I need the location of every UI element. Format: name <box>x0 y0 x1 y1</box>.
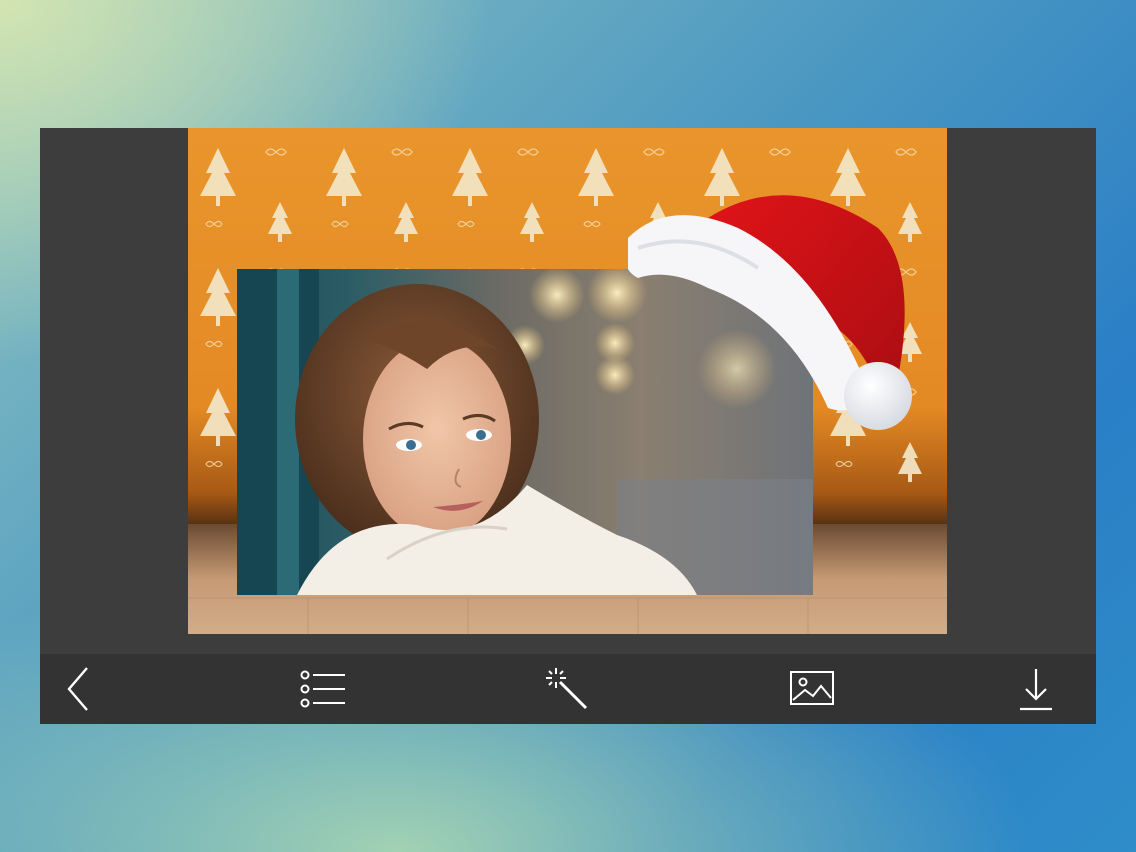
save-button[interactable] <box>1001 654 1071 724</box>
back-button[interactable] <box>42 654 112 724</box>
editor-window <box>40 128 1096 724</box>
santa-hat-sticker[interactable] <box>628 178 928 440</box>
list-icon <box>300 670 345 708</box>
magic-wand-icon <box>546 668 588 710</box>
effects-button[interactable] <box>532 654 602 724</box>
frames-list-button[interactable] <box>288 654 358 724</box>
back-chevron-icon <box>67 667 88 711</box>
image-icon <box>790 671 834 705</box>
bottom-toolbar <box>40 654 1096 724</box>
photo-frame-canvas[interactable] <box>188 128 947 634</box>
download-icon <box>1020 669 1052 711</box>
gallery-button[interactable] <box>777 654 847 724</box>
